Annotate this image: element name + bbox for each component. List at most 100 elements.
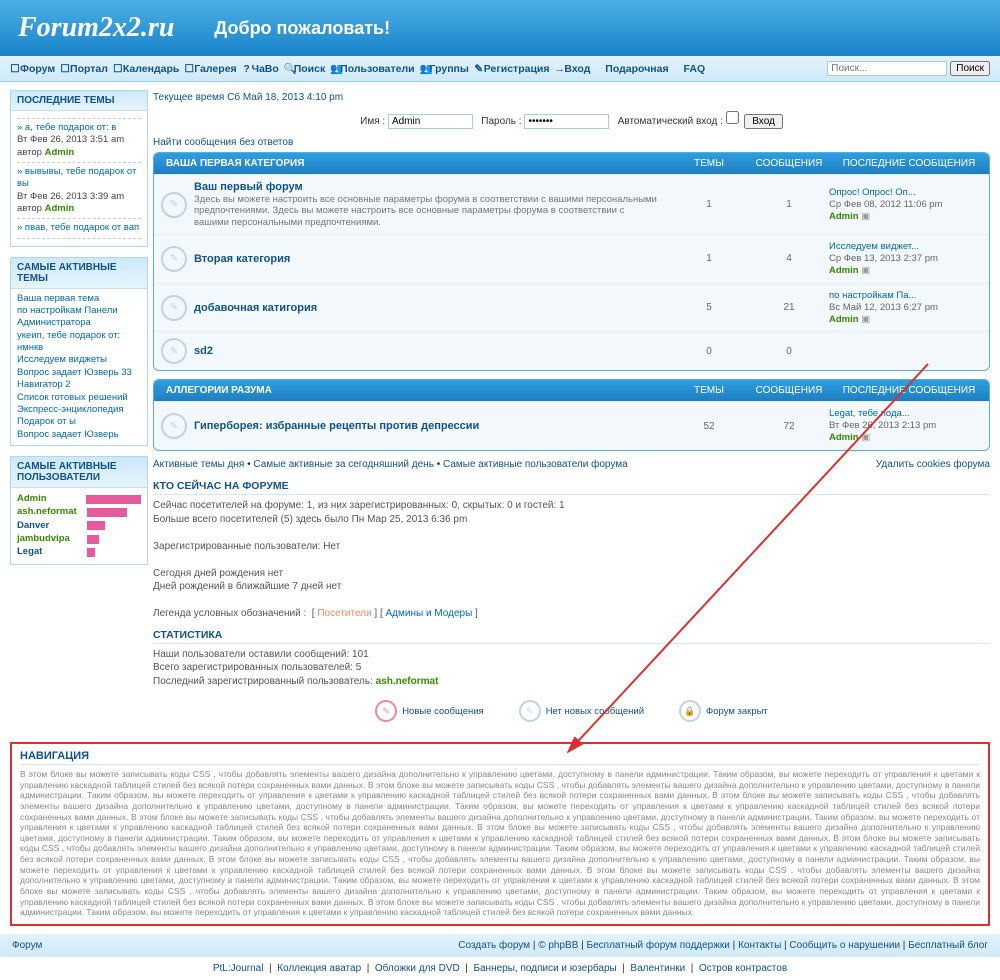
site-logo[interactable]: Forum2x2.ru [18, 12, 174, 44]
topics-count: 52 [669, 421, 749, 432]
footer-link[interactable]: Бесплатный форум поддержки [587, 940, 730, 951]
find-unanswered-link[interactable]: Найти сообщения без ответов [153, 137, 293, 148]
active-user-link[interactable]: ash.neformat [17, 506, 87, 518]
nav-Календарь[interactable]: ☐Календарь [113, 63, 179, 75]
autologin-checkbox[interactable] [726, 111, 739, 124]
forum-icon: ✎ [161, 413, 187, 439]
nav-Галерея[interactable]: ☐Галерея [184, 63, 236, 75]
footer-link[interactable]: Создать форум [458, 940, 530, 951]
last-user-link[interactable]: Admin [829, 432, 859, 443]
search-button[interactable] [950, 61, 990, 76]
posts-count: 4 [749, 253, 829, 264]
new-posts-icon: ✎ [375, 700, 397, 722]
forum-link[interactable]: Гиперборея: избранные рецепты против деп… [194, 420, 479, 432]
footer-bar: Форум Создать форум | © phpBB | Бесплатн… [0, 934, 1000, 957]
forum-link[interactable]: Ваш первый форум [194, 181, 303, 193]
active-user-link[interactable]: Danver [17, 520, 87, 532]
nav-Поиск[interactable]: 🔍Поиск [284, 63, 326, 75]
last-topic-link[interactable]: по настройкам Па... [829, 290, 916, 301]
active-topic-link[interactable]: Вопрос задает Юзверь 33 [17, 367, 132, 378]
active-topic-link[interactable]: Ваша первая тема [17, 293, 99, 304]
active-day-link[interactable]: Активные темы дня [153, 459, 244, 470]
nav-Подарочная[interactable]: Подарочная [595, 63, 668, 75]
active-topic-link[interactable]: Список готовых решений [17, 392, 128, 403]
active-user-link[interactable]: Legat [17, 546, 87, 558]
active-user-link[interactable]: Admin [17, 493, 86, 505]
last-user-link[interactable]: Admin [829, 265, 859, 276]
forum-link[interactable]: Вторая категория [194, 253, 290, 265]
forum-icon: ✎ [161, 295, 187, 321]
nav-FAQ[interactable]: FAQ [674, 63, 706, 75]
active-topics-box: САМЫЕ АКТИВНЫЕ ТЕМЫ Ваша первая темапо н… [10, 257, 148, 446]
last-topic-link[interactable]: Legat, тебе пода... [829, 408, 910, 419]
most-active-today-link[interactable]: Самые активные за сегодняшний день [253, 459, 434, 470]
latest-topic-link[interactable]: » а, тебе подарок от: в [17, 122, 116, 133]
footer-link[interactable]: Коллекция аватар [277, 963, 361, 974]
posts-count: 72 [749, 421, 829, 432]
category-title[interactable]: ВАША ПЕРВАЯ КАТЕГОРИЯ [154, 158, 669, 169]
footer-link[interactable]: PtL:Journal [213, 963, 264, 974]
last-user-link[interactable]: Admin [829, 211, 859, 222]
legend-row: ✎Новые сообщения ✎Нет новых сообщений 🔒Ф… [153, 700, 990, 722]
nav-Регистрация[interactable]: ✎Регистрация [474, 63, 550, 75]
username-input[interactable] [388, 114, 473, 129]
footer-link[interactable]: Обложки для DVD [375, 963, 460, 974]
last-topic-link[interactable]: Опрос! Опрос! Оп... [829, 187, 916, 198]
box-title: ПОСЛЕДНИЕ ТЕМЫ [11, 91, 147, 111]
nav-Пользователи[interactable]: 👥Пользователи [330, 63, 414, 75]
active-topic-link[interactable]: Подарок от ы [17, 416, 76, 427]
active-user-link[interactable]: jambudvipa [17, 533, 87, 545]
last-topic-link[interactable]: Исследуем виджет... [829, 241, 919, 252]
footer-forum-link[interactable]: Форум [12, 940, 42, 951]
search-input[interactable] [827, 61, 947, 76]
delete-cookies-link[interactable]: Удалить cookies форума [876, 459, 990, 470]
box-title: САМЫЕ АКТИВНЫЕ ПОЛЬЗОВАТЕЛИ [11, 457, 147, 488]
active-topic-link[interactable]: по настройкам Панели Администратора [17, 305, 118, 328]
active-topic-link[interactable]: Вопрос задает Юзверь [17, 429, 119, 440]
posts-count: 0 [749, 346, 829, 357]
footer-link[interactable]: Валентинки [630, 963, 685, 974]
most-active-users-link[interactable]: Самые активные пользователи форума [443, 459, 628, 470]
footer-link[interactable]: Баннеры, подписи и юзербары [473, 963, 616, 974]
nav-Вход[interactable]: →Вход [554, 63, 590, 75]
footer-link[interactable]: © phpBB [538, 940, 578, 951]
topics-count: 1 [669, 199, 749, 210]
locked-forum-icon: 🔒 [679, 700, 701, 722]
quick-links: Активные темы дня • Самые активные за се… [153, 459, 990, 470]
navigation-text: В этом блоке вы можете записывать коды C… [20, 769, 980, 918]
nav-Форум[interactable]: ☐Форум [10, 63, 55, 75]
topics-count: 5 [669, 302, 749, 313]
active-topic-link[interactable]: укеип, тебе подарок от: нмнкв [17, 330, 120, 353]
last-post: Опрос! Опрос! Оп...Ср Фев 08, 2012 11:06… [829, 187, 989, 223]
last-post: Legat, тебе пода...Вт Фев 26, 2013 2:13 … [829, 408, 989, 444]
active-topic-link[interactable]: Навигатор 2 [17, 379, 71, 390]
forum-icon: ✎ [161, 246, 187, 272]
last-post: Исследуем виджет...Ср Фев 13, 2013 2:37 … [829, 241, 989, 277]
footer-link[interactable]: Сообщить о нарушении [789, 940, 900, 951]
username-label: Имя : [360, 116, 385, 127]
footer-link[interactable]: Остров контрастов [699, 963, 787, 974]
category-title[interactable]: АЛЛЕГОРИИ РАЗУМА [154, 385, 669, 396]
login-button[interactable] [744, 114, 783, 129]
forum-link[interactable]: добавочная катигория [194, 302, 317, 314]
last-user-link[interactable]: Admin [829, 314, 859, 325]
posts-count: 21 [749, 302, 829, 313]
latest-topics-box: ПОСЛЕДНИЕ ТЕМЫ » а, тебе подарок от: вВт… [10, 90, 148, 247]
password-input[interactable] [524, 114, 609, 129]
active-topic-link[interactable]: Экспресс-энциклопедия [17, 404, 123, 415]
nav-Портал[interactable]: ☐Портал [60, 63, 108, 75]
last-user-link[interactable]: ash.neformat [376, 676, 439, 687]
forum-row: ✎ Гиперборея: избранные рецепты против д… [154, 401, 989, 450]
latest-topic-link[interactable]: » пвав, тебе подарок от вап [17, 222, 139, 233]
posts-count: 1 [749, 199, 829, 210]
active-topic-link[interactable]: Исследуем виджеты [17, 354, 107, 365]
footer-link[interactable]: Контакты [738, 940, 781, 951]
footer-link[interactable]: Бесплатный блог [908, 940, 988, 951]
forum-row: ✎ Вторая категория 1 4 Исследуем виджет.… [154, 234, 989, 283]
active-users-box: САМЫЕ АКТИВНЫЕ ПОЛЬЗОВАТЕЛИ Adminash.nef… [10, 456, 148, 565]
stats-title: СТАТИСТИКА [153, 629, 990, 641]
nav-Группы[interactable]: 👥Группы [420, 63, 469, 75]
forum-link[interactable]: sd2 [194, 345, 213, 357]
nav-ЧаВо[interactable]: ?ЧаВо [242, 63, 279, 75]
latest-topic-link[interactable]: » вывывы, тебе подарок от вы [17, 166, 136, 189]
